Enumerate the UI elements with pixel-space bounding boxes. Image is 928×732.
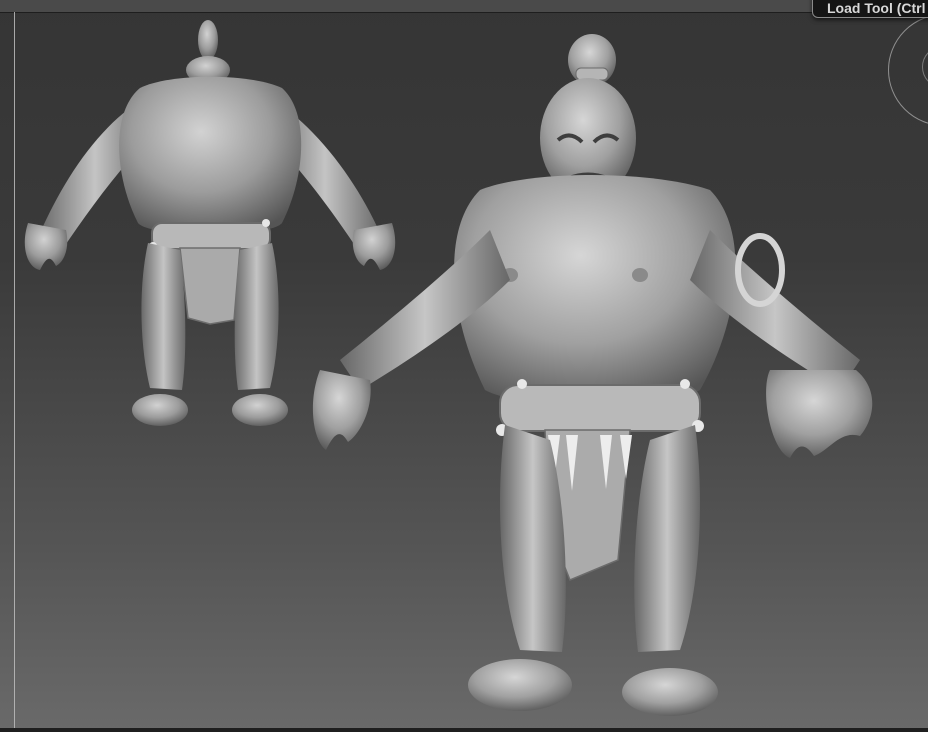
canvas-viewport[interactable]: Load Tool (Ctrl [0,0,928,732]
top-toolbar-strip [0,0,928,13]
bottom-edge-strip [0,728,928,732]
load-tool-tooltip: Load Tool (Ctrl [812,0,928,18]
viewport-left-guide [14,12,15,732]
ogre-front-view [312,34,873,716]
